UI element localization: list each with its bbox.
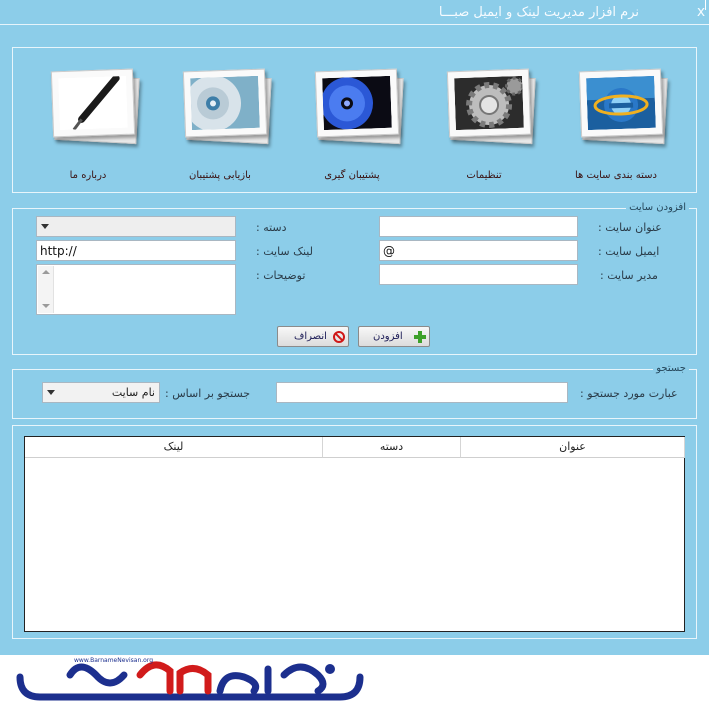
add-button[interactable]: افزودن: [358, 326, 430, 347]
column-header-link[interactable]: لینک: [25, 437, 323, 458]
link-label: لینک سایت :: [256, 245, 313, 258]
card: [446, 68, 532, 138]
add-site-legend: افزودن سایت: [626, 202, 689, 213]
description-scrollbar[interactable]: [38, 266, 54, 313]
toolbar-item-backup[interactable]: پشتیبان گیری: [302, 66, 404, 182]
browser-icon: [586, 75, 656, 131]
restore-disc-icon: [190, 75, 260, 131]
main-window: نرم افزار مدیریت لینک و ایمیل صبـــا x د…: [0, 0, 709, 655]
toolbar-item-label: تنظیمات: [466, 170, 502, 181]
plus-icon: [414, 331, 426, 343]
admin-input[interactable]: [379, 264, 578, 285]
card: [578, 68, 664, 138]
add-button-label: افزودن: [373, 331, 403, 342]
search-legend: جستجو: [653, 363, 689, 374]
card: [50, 68, 136, 138]
description-label: توضیحات :: [256, 269, 306, 282]
admin-label: مدیر سایت :: [600, 269, 658, 282]
link-input[interactable]: [36, 240, 236, 261]
column-header-title[interactable]: عنوان: [461, 437, 685, 458]
search-by-label: جستجو بر اساس :: [165, 387, 251, 400]
cancel-button-label: انصراف: [294, 331, 327, 342]
pen-icon: [58, 75, 128, 131]
window-title: نرم افزار مدیریت لینک و ایمیل صبـــا: [438, 5, 639, 20]
search-by-select[interactable]: نام سایت: [42, 382, 160, 403]
chevron-down-icon: [41, 224, 49, 229]
scroll-down-icon[interactable]: [42, 304, 50, 308]
toolbar-item-label: بازیابی پشتیبان: [189, 170, 251, 181]
cancel-icon: [333, 331, 345, 343]
backup-disc-icon: [322, 75, 392, 131]
chevron-down-icon: [47, 390, 55, 395]
search-by-value: نام سایت: [111, 386, 155, 399]
toolbar-item-categories[interactable]: دسته بندی سایت ها: [566, 66, 668, 182]
scroll-up-icon[interactable]: [42, 270, 50, 274]
toolbar-item-label: دسته بندی سایت ها: [575, 170, 657, 181]
logo-url: www.BarnameNevisan.org: [74, 657, 153, 664]
logo-graphic: [16, 661, 364, 701]
title-divider: [0, 24, 709, 25]
toolbar-item-settings[interactable]: تنظیمات: [434, 66, 536, 182]
category-label: دسته :: [256, 221, 287, 234]
site-logo: www.BarnameNevisan.org: [10, 655, 365, 704]
card: [314, 68, 400, 138]
site-title-input[interactable]: [379, 216, 578, 237]
settings-gear-icon: [454, 75, 524, 131]
close-button[interactable]: x: [693, 3, 709, 21]
toolbar-item-restore[interactable]: بازیابی پشتیبان: [170, 66, 272, 182]
toolbar-item-about[interactable]: درباره ما: [38, 66, 140, 182]
cancel-button[interactable]: انصراف: [277, 326, 349, 347]
email-input[interactable]: [379, 240, 578, 261]
description-textarea[interactable]: [36, 264, 236, 315]
site-title-label: عنوان سایت :: [598, 221, 662, 234]
search-input[interactable]: [276, 382, 568, 403]
search-query-label: عبارت مورد جستجو :: [580, 387, 678, 400]
footer: www.BarnameNevisan.org: [0, 655, 709, 704]
category-select[interactable]: [36, 216, 236, 237]
card: [182, 68, 268, 138]
toolbar-item-label: پشتیبان گیری: [324, 170, 380, 181]
toolbar-item-label: درباره ما: [69, 170, 107, 181]
email-label: ایمیل سایت :: [598, 245, 660, 258]
results-table[interactable]: عنوان دسته لینک: [24, 436, 685, 632]
column-header-category[interactable]: دسته: [323, 437, 461, 458]
